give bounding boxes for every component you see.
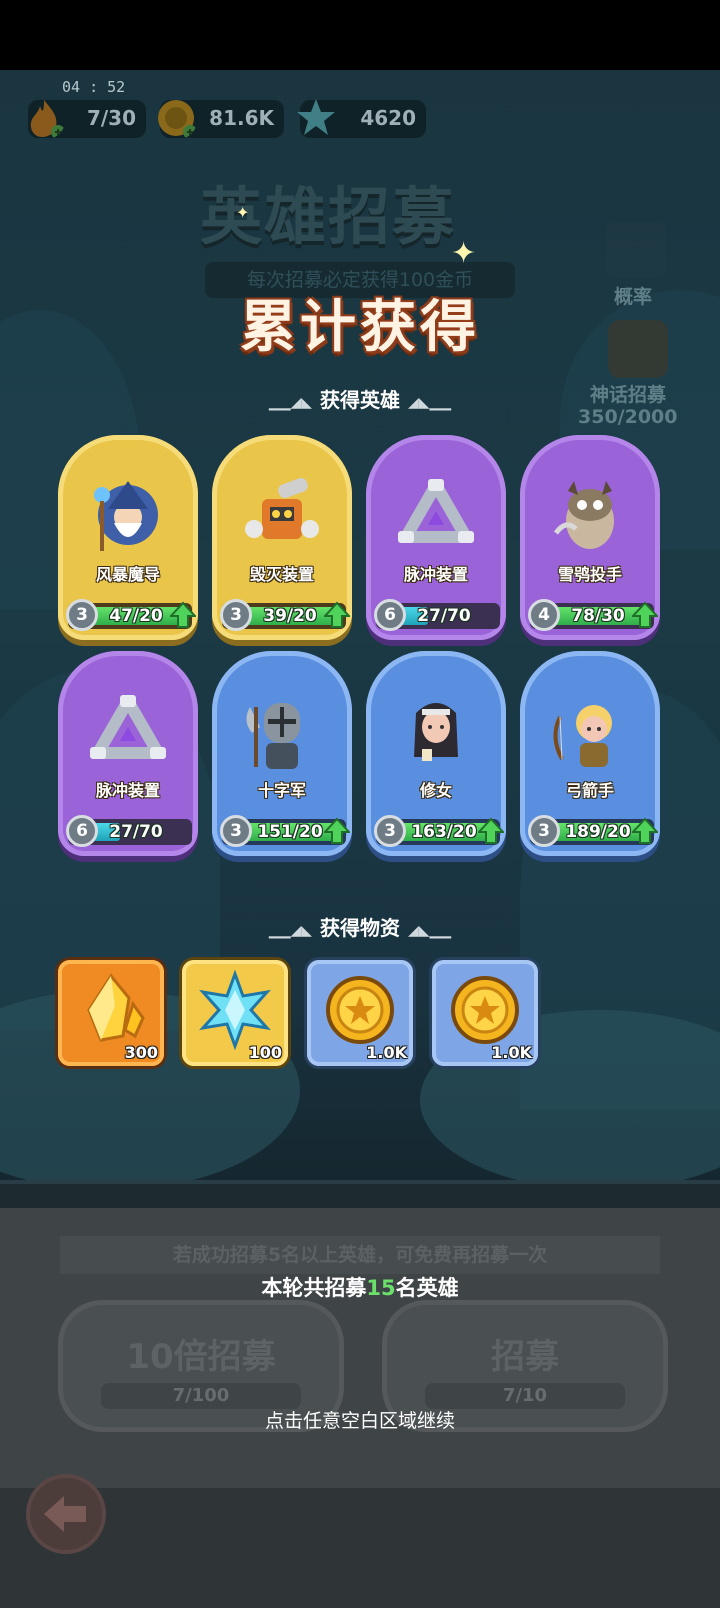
hero-name: 弓箭手 bbox=[565, 781, 614, 800]
hero-card[interactable]: 脉冲装置 6 27/70 bbox=[58, 651, 198, 856]
hero-name: 修女 bbox=[419, 781, 452, 800]
hero-card[interactable]: 毁灭装置 3 39/20 bbox=[212, 435, 352, 640]
hero-shard-bar: 3 163/20 bbox=[374, 815, 504, 847]
item-gold-coin[interactable]: 1.0K bbox=[307, 960, 413, 1066]
hero-level-badge: 3 bbox=[374, 815, 406, 847]
item-gold-crystal[interactable]: 300 bbox=[58, 960, 164, 1066]
hero-portrait-icon bbox=[553, 481, 614, 549]
hero-card[interactable]: 弓箭手 3 189/20 bbox=[520, 651, 660, 856]
upgrade-arrow-icon bbox=[632, 817, 658, 844]
fire-icon bbox=[30, 100, 65, 139]
ice-crystal-icon bbox=[199, 970, 271, 1050]
gold-coin-icon bbox=[451, 976, 519, 1044]
round-suffix: 名英雄 bbox=[395, 1276, 459, 1300]
heroes-section-title: 获得英雄 bbox=[320, 388, 400, 412]
sparkle-icon: ✦ bbox=[451, 236, 477, 271]
upgrade-arrow-icon bbox=[478, 817, 504, 844]
gold-crystal-icon bbox=[87, 973, 145, 1042]
hero-portrait-icon bbox=[414, 703, 458, 761]
hero-level-badge: 6 bbox=[66, 815, 98, 847]
gold-value: 81.6K bbox=[209, 106, 274, 130]
gold-coin-icon bbox=[326, 976, 394, 1044]
hero-shard-count: 39/20 bbox=[263, 606, 317, 626]
stamina-counter[interactable]: 7/30 bbox=[28, 100, 146, 139]
status-bar-area bbox=[0, 0, 720, 70]
hero-level-badge: 3 bbox=[220, 815, 252, 847]
back-button[interactable] bbox=[26, 1474, 106, 1554]
clock-text: 04 : 52 bbox=[62, 78, 126, 96]
recruit-single-label: 招募 bbox=[491, 1337, 559, 1377]
hero-level-badge: 3 bbox=[528, 815, 560, 847]
items-section-header: ▁▁◢◣ 获得物资 ◢◣▁▁ bbox=[268, 916, 452, 940]
hero-name: 脉冲装置 bbox=[403, 565, 468, 584]
rate-button[interactable] bbox=[605, 222, 667, 278]
hero-shard-bar: 3 47/20 bbox=[66, 599, 196, 631]
hero-portrait-icon bbox=[246, 703, 300, 769]
coin-icon bbox=[158, 100, 197, 139]
hero-name: 雪鸮投手 bbox=[557, 565, 622, 584]
hero-portrait-icon bbox=[245, 477, 319, 539]
hero-level-badge: 6 bbox=[374, 599, 406, 631]
hero-shard-bar: 4 78/30 bbox=[528, 599, 658, 631]
hero-level-badge: 4 bbox=[528, 599, 560, 631]
hero-card[interactable]: 修女 3 163/20 bbox=[366, 651, 506, 856]
snowflake-icon bbox=[297, 99, 335, 135]
hero-shard-count: 27/70 bbox=[417, 606, 471, 626]
hero-portrait-icon bbox=[90, 695, 166, 759]
hero-shard-bar: 6 27/70 bbox=[374, 599, 500, 631]
round-summary: 本轮共招募15名英雄 bbox=[0, 1272, 720, 1302]
item-qty: 100 bbox=[248, 1043, 282, 1062]
hero-shard-count: 47/20 bbox=[109, 606, 163, 626]
item-qty: 300 bbox=[124, 1043, 158, 1062]
upgrade-arrow-icon bbox=[170, 601, 196, 628]
items-section-title: 获得物资 bbox=[320, 916, 400, 940]
hero-shard-count: 78/30 bbox=[571, 606, 625, 626]
sparkle-icon: ✦ bbox=[236, 203, 250, 222]
hero-portrait-icon bbox=[553, 705, 612, 767]
item-qty: 1.0K bbox=[366, 1043, 407, 1062]
hero-name: 脉冲装置 bbox=[95, 781, 160, 800]
hero-level-badge: 3 bbox=[220, 599, 252, 631]
hero-name: 毁灭装置 bbox=[249, 565, 314, 584]
hero-name: 风暴魔导 bbox=[95, 565, 160, 584]
heroes-section-header: ▁▁◢◣ 获得英雄 ◢◣▁▁ bbox=[268, 388, 452, 412]
hero-name: 十字军 bbox=[257, 781, 306, 800]
hero-shard-bar: 6 27/70 bbox=[66, 815, 192, 847]
hero-shard-bar: 3 39/20 bbox=[220, 599, 350, 631]
hero-shard-bar: 3 151/20 bbox=[220, 815, 350, 847]
hero-shard-bar: 3 189/20 bbox=[528, 815, 658, 847]
upgrade-arrow-icon bbox=[324, 817, 350, 844]
hero-card[interactable]: 雪鸮投手 4 78/30 bbox=[520, 435, 660, 640]
item-ice-crystal[interactable]: 100 bbox=[182, 960, 288, 1066]
round-count: 15 bbox=[366, 1276, 396, 1300]
item-qty: 1.0K bbox=[491, 1043, 532, 1062]
hero-card[interactable]: 十字军 3 151/20 bbox=[212, 651, 352, 856]
hero-card[interactable]: 风暴魔导 3 47/20 bbox=[58, 435, 198, 640]
recruit-ten-label: 10倍招募 bbox=[126, 1337, 276, 1377]
back-arrow-icon bbox=[44, 1496, 86, 1532]
hero-shard-count: 27/70 bbox=[109, 822, 163, 842]
stamina-value: 7/30 bbox=[86, 106, 136, 130]
crystal-counter[interactable]: 4620 bbox=[297, 99, 426, 138]
tap-to-continue[interactable]: 点击任意空白区域继续 bbox=[0, 1406, 720, 1433]
hero-shard-count: 151/20 bbox=[257, 822, 323, 842]
hero-portrait-icon bbox=[398, 479, 474, 543]
hero-shard-count: 189/20 bbox=[565, 822, 631, 842]
hero-card[interactable]: 脉冲装置 6 27/70 bbox=[366, 435, 506, 640]
upgrade-arrow-icon bbox=[632, 601, 658, 628]
hero-level-badge: 3 bbox=[66, 599, 98, 631]
round-prefix: 本轮共招募 bbox=[261, 1276, 367, 1300]
free-recruit-hint: 若成功招募5名以上英雄，可免费再招募一次 bbox=[60, 1236, 660, 1274]
crystal-value: 4620 bbox=[360, 106, 416, 130]
popup-title: 累计获得 bbox=[240, 295, 480, 360]
hero-portrait-icon bbox=[94, 481, 158, 551]
hero-shard-count: 163/20 bbox=[411, 822, 477, 842]
item-gold-coin[interactable]: 1.0K bbox=[432, 960, 538, 1066]
gold-counter[interactable]: 81.6K bbox=[158, 100, 284, 139]
upgrade-arrow-icon bbox=[324, 601, 350, 628]
